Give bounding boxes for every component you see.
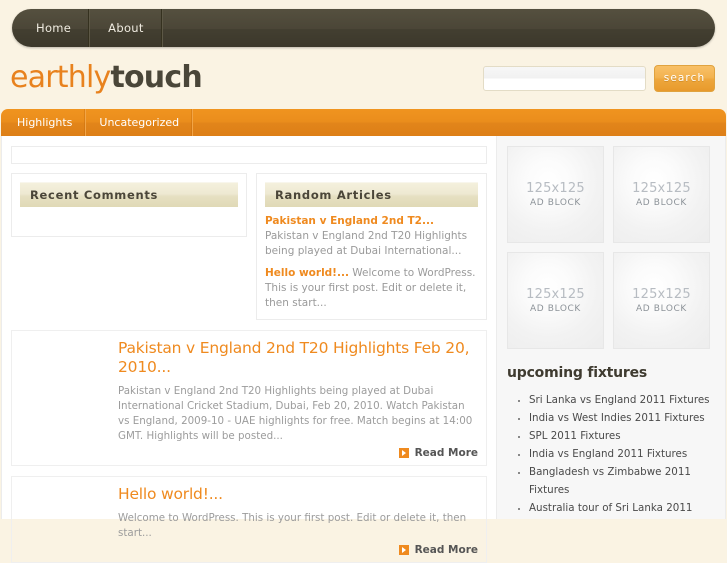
ad-block-size: 125x125 bbox=[632, 181, 691, 196]
play-arrow-icon bbox=[398, 545, 409, 555]
read-more-label: Read More bbox=[414, 447, 478, 459]
fixture-list-item[interactable]: Bangladesh vs Zimbabwe 2011 Fixtures bbox=[529, 463, 715, 499]
ad-block-size: 125x125 bbox=[526, 181, 585, 196]
site-logo-part-one: earthly bbox=[10, 60, 111, 95]
widget-row: Recent Comments Random Articles Pakistan… bbox=[11, 173, 487, 320]
nav-item-about-label: About bbox=[108, 21, 144, 35]
read-more-button[interactable]: Read More bbox=[118, 447, 478, 459]
article-excerpt: Pakistan v England 2nd T20 Highlights be… bbox=[118, 385, 473, 442]
top-navigation-bar: Home About bbox=[12, 9, 715, 47]
article-card: Hello world!... Welcome to WordPress. Th… bbox=[11, 476, 487, 563]
search-box: search bbox=[483, 64, 715, 92]
category-tab-highlights[interactable]: Highlights bbox=[1, 109, 87, 136]
category-tab-uncategorized-label: Uncategorized bbox=[99, 116, 180, 129]
upcoming-fixtures-title: upcoming fixtures bbox=[507, 365, 648, 381]
nav-item-home-label: Home bbox=[36, 21, 72, 35]
sidebar: 125x125 AD BLOCK 125x125 AD BLOCK 125x12… bbox=[496, 136, 725, 519]
random-article-excerpt: Pakistan v England 2nd T20 Highlights be… bbox=[265, 230, 468, 257]
article-excerpt: Welcome to WordPress. This is your first… bbox=[118, 512, 467, 539]
main-content-column: Recent Comments Random Articles Pakistan… bbox=[2, 136, 496, 563]
category-bar-filler bbox=[193, 109, 726, 136]
upcoming-fixtures-list: Sri Lanka vs England 2011 Fixtures India… bbox=[507, 391, 715, 517]
page-body: Recent Comments Random Articles Pakistan… bbox=[1, 136, 726, 563]
widget-recent-comments: Recent Comments bbox=[11, 173, 247, 237]
random-article-item: Hello world!... Welcome to WordPress. Th… bbox=[265, 266, 478, 311]
fixture-list-item[interactable]: India vs England 2011 Fixtures bbox=[529, 445, 715, 463]
ad-block-grid: 125x125 AD BLOCK 125x125 AD BLOCK 125x12… bbox=[507, 146, 715, 349]
category-bar: Highlights Uncategorized bbox=[1, 109, 726, 136]
ad-block[interactable]: 125x125 AD BLOCK bbox=[613, 252, 710, 349]
widget-random-articles-header: Random Articles bbox=[265, 182, 478, 207]
ad-block-label: AD BLOCK bbox=[530, 198, 581, 208]
article-thumbnail-placeholder bbox=[20, 339, 118, 459]
article-title[interactable]: Pakistan v England 2nd T20 Highlights Fe… bbox=[118, 339, 478, 377]
fixture-list-item[interactable]: Sri Lanka vs England 2011 Fixtures bbox=[529, 391, 715, 409]
article-body: Pakistan v England 2nd T20 Highlights Fe… bbox=[118, 339, 478, 459]
ad-block[interactable]: 125x125 AD BLOCK bbox=[613, 146, 710, 243]
search-input[interactable] bbox=[483, 65, 646, 91]
ad-block-label: AD BLOCK bbox=[530, 304, 581, 314]
widget-recent-comments-title: Recent Comments bbox=[30, 188, 159, 202]
nav-filler bbox=[163, 9, 715, 47]
random-article-link[interactable]: Hello world!... bbox=[265, 267, 349, 279]
ad-block-size: 125x125 bbox=[632, 287, 691, 302]
search-button[interactable]: search bbox=[654, 64, 715, 92]
read-more-button[interactable]: Read More bbox=[118, 544, 478, 556]
ad-block[interactable]: 125x125 AD BLOCK bbox=[507, 146, 604, 243]
article-card: Pakistan v England 2nd T20 Highlights Fe… bbox=[11, 330, 487, 466]
banner-placeholder bbox=[11, 146, 487, 164]
nav-item-home[interactable]: Home bbox=[12, 9, 91, 47]
widget-random-articles: Random Articles Pakistan v England 2nd T… bbox=[256, 173, 487, 320]
widget-recent-comments-header: Recent Comments bbox=[20, 182, 238, 207]
fixture-list-item[interactable]: Australia tour of Sri Lanka 2011 bbox=[529, 499, 715, 517]
random-article-link[interactable]: Pakistan v England 2nd T2... bbox=[265, 215, 434, 227]
ad-block-label: AD BLOCK bbox=[636, 198, 687, 208]
random-article-item: Pakistan v England 2nd T2... Pakistan v … bbox=[265, 214, 478, 259]
ad-block[interactable]: 125x125 AD BLOCK bbox=[507, 252, 604, 349]
site-logo[interactable]: earthlytouch bbox=[10, 60, 203, 95]
branding-row: earthlytouch search bbox=[0, 47, 727, 109]
ad-block-size: 125x125 bbox=[526, 287, 585, 302]
fixture-list-item[interactable]: SPL 2011 Fixtures bbox=[529, 427, 715, 445]
read-more-label: Read More bbox=[414, 544, 478, 556]
play-arrow-icon bbox=[398, 448, 409, 458]
fixture-list-item[interactable]: India vs West Indies 2011 Fixtures bbox=[529, 409, 715, 427]
article-title[interactable]: Hello world!... bbox=[118, 485, 478, 504]
ad-block-label: AD BLOCK bbox=[636, 304, 687, 314]
article-thumbnail-placeholder bbox=[20, 485, 118, 556]
nav-item-about[interactable]: About bbox=[90, 9, 163, 47]
site-logo-part-two: touch bbox=[110, 60, 202, 95]
article-body: Hello world!... Welcome to WordPress. Th… bbox=[118, 485, 478, 556]
category-tab-highlights-label: Highlights bbox=[17, 116, 73, 129]
widget-random-articles-title: Random Articles bbox=[275, 188, 392, 202]
category-tab-uncategorized[interactable]: Uncategorized bbox=[86, 109, 194, 136]
top-navigation-wrap: Home About bbox=[0, 0, 727, 47]
